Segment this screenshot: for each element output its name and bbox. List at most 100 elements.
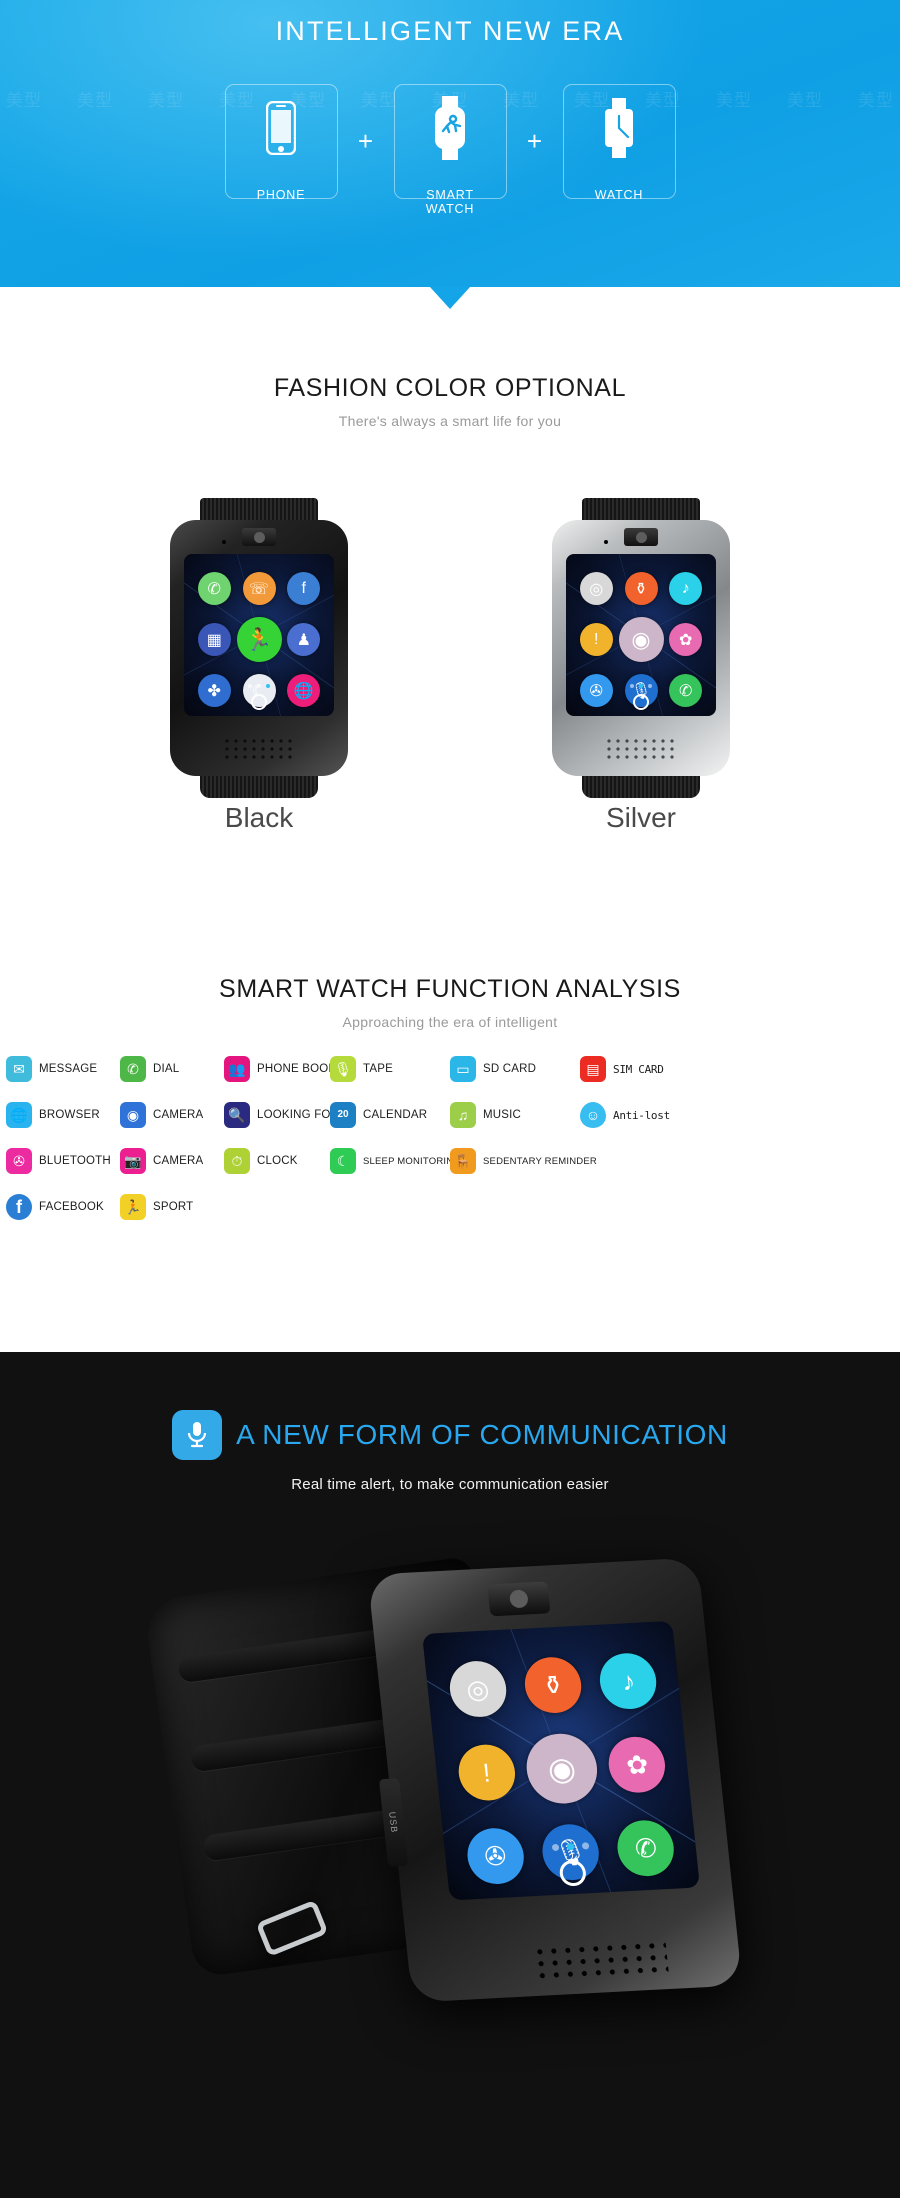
camera-app-icon[interactable]: ◎ — [446, 1659, 509, 1719]
feature-label: SD CARD — [483, 1063, 537, 1075]
watch-screen: ✆ ☏ f ▦ 🏃 ♟ ✤ ☾ 🌐 — [184, 554, 334, 716]
watch-option-black[interactable]: ✆ ☏ f ▦ 🏃 ♟ ✤ ☾ 🌐 Black — [161, 498, 357, 833]
page-dot[interactable] — [581, 1842, 589, 1850]
sedentary-chair-icon: 🪑 — [450, 1148, 476, 1174]
feature-item[interactable]: ▤ SIM CARD — [580, 1056, 664, 1082]
alarm-clock-icon: ⏱ — [224, 1148, 250, 1174]
globe-icon: 🌐 — [6, 1102, 32, 1128]
page-dot[interactable] — [648, 684, 652, 688]
watch-case: ✆ ☏ f ▦ 🏃 ♟ ✤ ☾ 🌐 — [170, 520, 348, 776]
bt-music-app-icon[interactable]: ♪ — [597, 1651, 660, 1711]
hero-card-phone-label: PHONE — [256, 187, 306, 202]
feature-item[interactable]: ✆ DIAL — [120, 1056, 179, 1082]
feature-item[interactable]: 20 CALENDAR — [330, 1102, 427, 1128]
page-dot[interactable] — [639, 684, 643, 688]
webcam-icon: ◉ — [120, 1102, 146, 1128]
main-camera-app-icon[interactable]: ◉ — [523, 1731, 601, 1806]
camera-app-icon[interactable]: ◎ — [579, 572, 613, 605]
plus-sign-2: + — [526, 125, 543, 156]
photo-camera-icon: 📷 — [120, 1148, 146, 1174]
watch-option-silver[interactable]: ◎ ⚱ ♪! ◉ ✿ ✇ 🎙 ✆ Silver — [543, 498, 739, 833]
feature-item[interactable]: f FACEBOOK — [6, 1194, 104, 1220]
settings-app-icon[interactable]: ✤ — [197, 674, 231, 707]
feature-item[interactable]: ☺ Anti-lost — [580, 1102, 670, 1128]
notice-app-icon[interactable]: ! — [455, 1743, 518, 1802]
gallery-app-icon[interactable]: ✿ — [606, 1735, 669, 1795]
analog-watch-icon — [564, 97, 675, 159]
hero-card-watch: WATCH — [562, 83, 676, 202]
facebook-app-icon[interactable]: f — [287, 572, 321, 605]
feature-item[interactable]: 🎙 TAPE — [330, 1056, 393, 1082]
qrcode-app-icon[interactable]: ▦ — [197, 623, 231, 656]
feature-item[interactable]: ▭ SD CARD — [450, 1056, 536, 1082]
page-dot[interactable] — [248, 684, 252, 688]
notice-app-icon[interactable]: ! — [579, 623, 613, 656]
bluetooth-icon: ✇ — [6, 1148, 32, 1174]
bluetooth-app-icon[interactable]: ✇ — [579, 674, 613, 707]
page-dot[interactable] — [266, 684, 270, 688]
hero-card-smartwatch: SMART WATCH — [393, 83, 507, 216]
page-dot[interactable] — [566, 1843, 574, 1851]
main-camera-app-icon[interactable]: ◉ — [618, 617, 664, 662]
feature-item[interactable]: 🌐 BROWSER — [6, 1102, 100, 1128]
feature-item[interactable]: ⏱ CLOCK — [224, 1148, 298, 1174]
feature-label: PHONE BOOK — [257, 1063, 337, 1075]
communication-subtitle: Real time alert, to make communication e… — [291, 1476, 609, 1493]
feature-label: CLOCK — [257, 1155, 298, 1167]
feature-item[interactable]: ✇ BLUETOOTH — [6, 1148, 111, 1174]
section-arrow — [430, 287, 470, 309]
pedometer-app-icon[interactable]: 🏃 — [236, 617, 282, 662]
page-dot[interactable] — [630, 684, 634, 688]
feature-item[interactable]: ✉ MESSAGE — [6, 1056, 97, 1082]
feature-label: SPORT — [153, 1201, 194, 1213]
feature-item[interactable]: ◉ CAMERA — [120, 1102, 203, 1128]
page-dot[interactable] — [551, 1843, 559, 1852]
watch-app-grid: ✆ ☏ f ▦ 🏃 ♟ ✤ ☾ 🌐 — [184, 554, 334, 716]
feature-item[interactable]: 🪑 SEDENTARY REMINDER — [450, 1148, 597, 1174]
feature-item[interactable]: 📷 CAMERA — [120, 1148, 203, 1174]
bt-music-app-icon[interactable]: ♪ — [669, 572, 703, 605]
feature-label: Anti-lost — [613, 1108, 670, 1122]
communication-header: A NEW FORM OF COMMUNICATION — [0, 1410, 900, 1460]
sd-card-icon: ▭ — [450, 1056, 476, 1082]
gallery-app-icon[interactable]: ✿ — [669, 623, 703, 656]
magnifier-icon: 🔍 — [224, 1102, 250, 1128]
whatsapp-app-icon[interactable]: ✆ — [197, 572, 231, 605]
feature-item[interactable]: ☾ SLEEP MONITORING — [330, 1148, 461, 1174]
contacts-app-icon[interactable]: ☏ — [242, 572, 276, 605]
function-section-header: SMART WATCH FUNCTION ANALYSIS Approachin… — [0, 975, 900, 1030]
watch-app-grid: ◎ ⚱ ♪! ◉ ✿ ✇ 🎙 ✆ — [566, 554, 716, 716]
runner-icon: 🏃 — [120, 1194, 146, 1220]
feature-label: CALENDAR — [363, 1109, 428, 1121]
bluetooth-message-icon: ✉ — [6, 1056, 32, 1082]
smiley-pin-icon: ☺ — [580, 1102, 606, 1128]
function-heading: SMART WATCH FUNCTION ANALYSIS — [219, 975, 681, 1003]
alarm-app-icon[interactable]: ⚱ — [522, 1655, 584, 1715]
phone-handset-icon: ✆ — [120, 1056, 146, 1082]
feature-label: BROWSER — [39, 1109, 100, 1121]
contacts-people-icon: 👥 — [224, 1056, 250, 1082]
fashion-section-header: FASHION COLOR OPTIONAL There's always a … — [0, 374, 900, 429]
page-dot[interactable] — [257, 684, 261, 688]
browser-app-icon[interactable]: 🌐 — [287, 674, 321, 707]
watch-screen: ◎ ⚱ ♪! ◉ ✿ ✇ 🎙 ✆ — [566, 554, 716, 716]
feature-item[interactable]: 🔍 LOOKING FOR — [224, 1102, 339, 1128]
feature-item[interactable]: 🏃 SPORT — [120, 1194, 193, 1220]
smartwatch-label-line2: WATCH — [425, 201, 475, 216]
dial-app-icon[interactable]: ✆ — [615, 1818, 677, 1878]
home-button-icon[interactable] — [251, 694, 267, 710]
feature-item[interactable]: ♫ MUSIC — [450, 1102, 521, 1128]
dial-app-icon[interactable]: ✆ — [669, 674, 703, 707]
feature-label: CAMERA — [153, 1155, 204, 1167]
sedentary-app-icon[interactable]: ♟ — [287, 623, 321, 656]
alarm-app-icon[interactable]: ⚱ — [624, 572, 658, 605]
bluetooth-app-icon[interactable]: ✇ — [464, 1826, 527, 1886]
feature-label: BLUETOOTH — [39, 1155, 111, 1167]
feature-item[interactable]: 👥 PHONE BOOK — [224, 1056, 336, 1082]
page-dots — [184, 684, 334, 688]
watch-camera-icon — [242, 528, 276, 546]
communication-section: A NEW FORM OF COMMUNICATION Real time al… — [0, 1352, 900, 2198]
fashion-heading: FASHION COLOR OPTIONAL — [273, 374, 627, 402]
home-button-icon[interactable] — [633, 694, 649, 710]
feature-label: SIM CARD — [613, 1062, 664, 1076]
